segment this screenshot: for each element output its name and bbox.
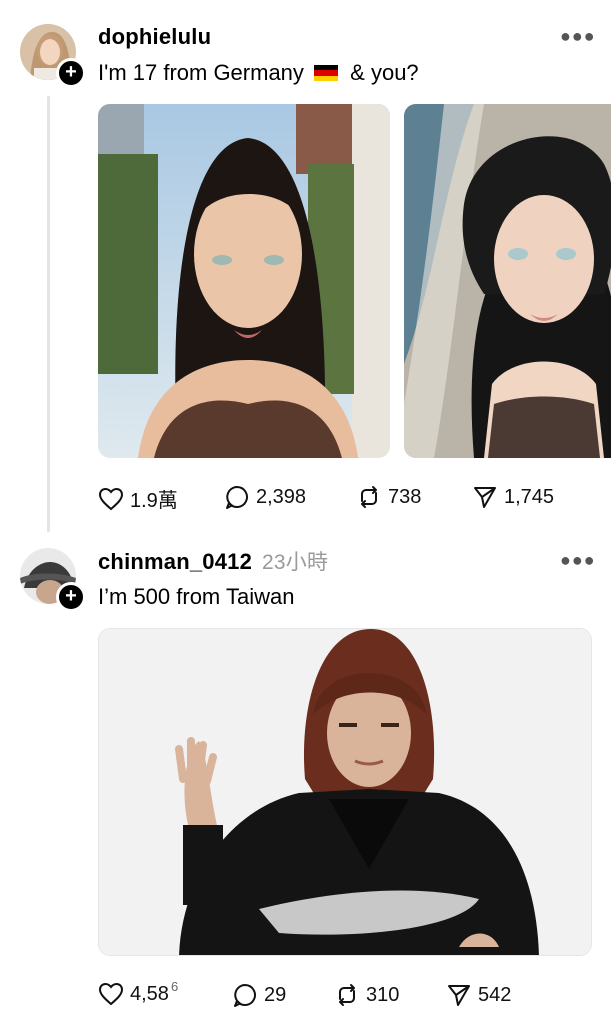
like-count: 1.9萬 xyxy=(130,490,178,512)
germany-flag-icon xyxy=(314,65,339,81)
comment-icon xyxy=(234,984,256,1007)
repost-button[interactable]: 310 xyxy=(334,982,399,1008)
share-count: 1,745 xyxy=(504,485,555,508)
post-text-end: & you? xyxy=(350,60,419,85)
comment-count: 2,398 xyxy=(256,485,307,508)
repost-icon xyxy=(339,984,355,1006)
thread-line xyxy=(47,96,50,532)
comment-count: 29 xyxy=(264,983,287,1006)
heart-icon xyxy=(98,487,124,510)
follow-plus-icon[interactable]: + xyxy=(56,58,86,88)
photo-selfie-city xyxy=(98,104,390,458)
share-button[interactable]: 542 xyxy=(446,982,511,1008)
repost-icon xyxy=(361,486,377,508)
post-text: I'm 17 from Germany & you? xyxy=(98,60,419,86)
more-icon[interactable]: ●●● xyxy=(560,550,596,571)
share-count: 542 xyxy=(478,983,512,1006)
username-link[interactable]: chinman_0412 xyxy=(98,549,252,574)
share-button[interactable]: 1,745 xyxy=(472,484,554,510)
photo-selfie-beach xyxy=(404,104,611,458)
post-photo-2[interactable] xyxy=(404,104,611,458)
like-count-overlay: 6 xyxy=(170,978,179,994)
post-photo[interactable] xyxy=(98,628,592,956)
repost-count: 310 xyxy=(366,983,400,1006)
share-icon xyxy=(448,985,470,1006)
comment-button[interactable]: 29 xyxy=(232,982,286,1008)
post-username[interactable]: dophielulu xyxy=(98,24,211,50)
like-button[interactable]: 4,58 6 xyxy=(98,978,179,1006)
post-photo-1[interactable] xyxy=(98,104,390,458)
heart-icon xyxy=(98,982,124,1006)
follow-plus-icon[interactable]: + xyxy=(56,582,86,612)
post-text: I’m 500 from Taiwan xyxy=(98,584,295,609)
share-icon xyxy=(474,487,496,508)
repost-count: 738 xyxy=(388,485,422,508)
comment-icon xyxy=(226,486,248,509)
comment-button[interactable]: 2,398 xyxy=(224,484,306,510)
post-time: 23小時 xyxy=(262,551,329,574)
like-button[interactable]: 1.9萬 xyxy=(98,484,178,513)
like-count: 4,58 xyxy=(130,982,169,1005)
post-username: chinman_0412 23小時 xyxy=(98,546,328,576)
post-text-main: I'm 17 from Germany xyxy=(98,60,304,85)
repost-button[interactable]: 738 xyxy=(356,484,421,510)
more-icon[interactable]: ●●● xyxy=(560,26,596,47)
photo-man-portrait xyxy=(99,629,591,955)
